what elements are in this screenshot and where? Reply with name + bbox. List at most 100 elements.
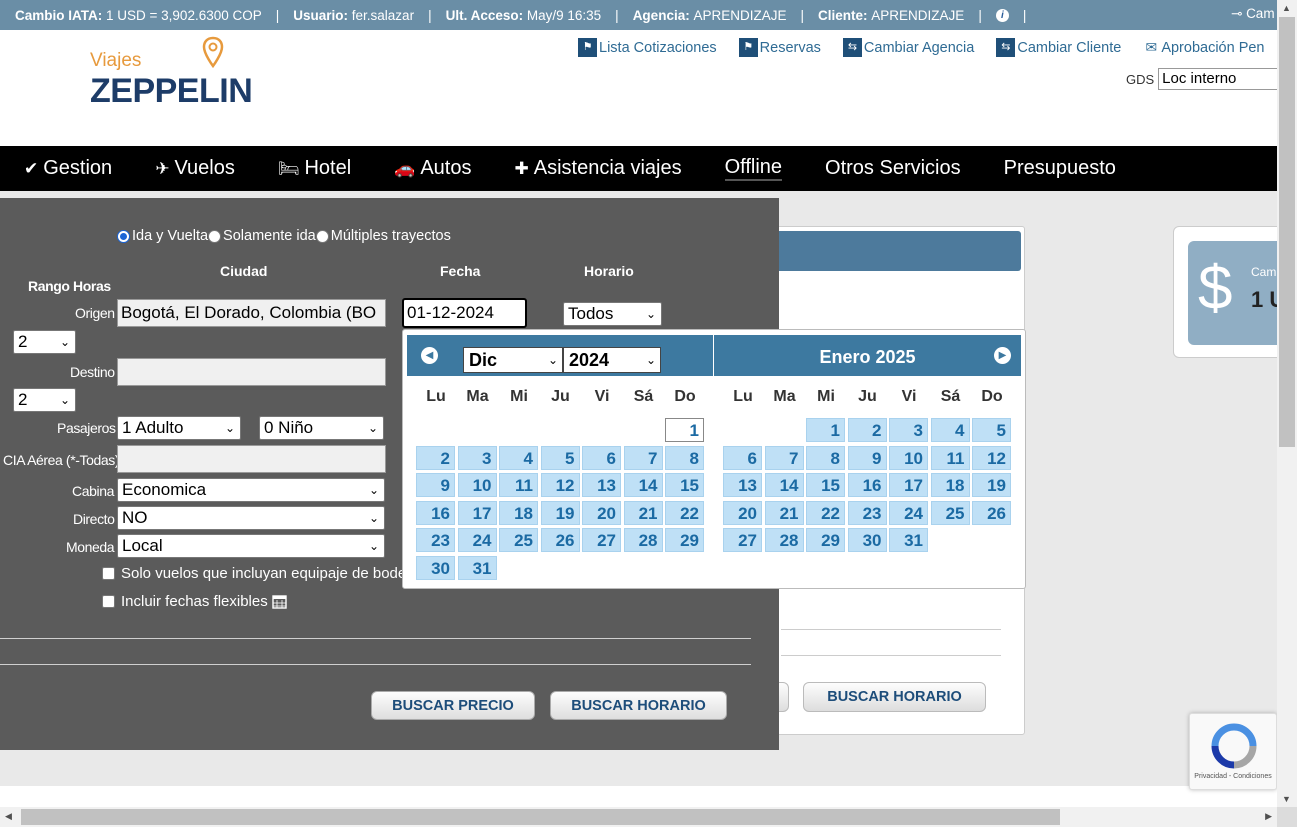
equipaje-checkbox-row[interactable]: Solo vuelos que incluyan equipaje de bod… [102,565,415,582]
destino-input[interactable] [117,358,386,386]
day-cell-selected[interactable]: 1 [665,418,704,442]
logout-link[interactable]: ⊸ Cam [1231,6,1275,22]
nav-otros-servicios[interactable]: Otros Servicios [825,157,961,180]
origen-input[interactable]: Bogotá, El Dorado, Colombia (BO [117,299,386,327]
day-cell[interactable]: 22 [806,500,845,525]
day-cell[interactable]: 29 [665,528,704,552]
year-select[interactable]: 2024 ⌄ [563,347,661,373]
day-cell[interactable]: 4 [930,418,970,442]
day-cell[interactable]: 16 [847,473,887,497]
day-cell[interactable]: 6 [723,445,762,470]
day-cell[interactable]: 28 [623,528,663,552]
day-cell[interactable]: 30 [847,528,887,552]
day-cell[interactable]: 5 [972,418,1011,442]
day-cell[interactable]: 10 [889,445,928,470]
nav-gestion[interactable]: ✔ Gestion [24,157,112,180]
day-cell[interactable]: 27 [582,528,621,552]
directo-select[interactable]: NO ⌄ [117,506,385,530]
moneda-select[interactable]: Local ⌄ [117,534,385,558]
vertical-scrollbar[interactable]: ▲ ▼ [1277,0,1297,807]
day-cell[interactable]: 26 [972,500,1011,525]
day-cell[interactable]: 18 [930,473,970,497]
day-cell[interactable]: 25 [930,500,970,525]
day-cell[interactable]: 2 [847,418,887,442]
day-cell[interactable]: 10 [457,473,497,497]
day-cell[interactable]: 19 [540,500,580,525]
day-cell[interactable]: 12 [540,473,580,497]
flexibles-checkbox-row[interactable]: Incluir fechas flexibles [102,593,287,610]
day-cell[interactable]: 8 [665,445,704,470]
day-cell[interactable]: 3 [889,418,928,442]
day-cell[interactable]: 2 [416,445,455,470]
day-cell[interactable]: 18 [499,500,538,525]
flexibles-checkbox[interactable] [102,595,115,608]
day-cell[interactable]: 15 [806,473,845,497]
day-cell[interactable]: 4 [499,445,538,470]
radio-ida-vuelta[interactable] [117,229,130,243]
radio-solamente-ida[interactable] [208,229,222,243]
gds-select[interactable]: Loc interno [1158,68,1279,90]
cia-input[interactable] [117,445,386,473]
link-lista-cotizaciones[interactable]: ⚑ Lista Cotizaciones [578,38,717,57]
day-cell[interactable]: 16 [416,500,455,525]
day-cell[interactable]: 17 [889,473,928,497]
scroll-left-icon[interactable]: ◀ [5,811,12,822]
day-cell[interactable]: 29 [806,528,845,552]
day-cell[interactable]: 20 [582,500,621,525]
month-select[interactable]: Dic ⌄ [463,347,563,373]
day-cell[interactable]: 9 [416,473,455,497]
origen-range-select[interactable]: 2 ⌄ [13,330,76,354]
day-cell[interactable]: 26 [540,528,580,552]
background-buscar-horario-button[interactable]: BUSCAR HORARIO [803,682,986,712]
day-cell[interactable]: 20 [723,500,762,525]
recaptcha-badge[interactable]: Privacidad - Condiciones [1189,713,1277,790]
equipaje-checkbox[interactable] [102,567,115,580]
day-cell[interactable]: 14 [764,473,804,497]
day-cell[interactable]: 6 [582,445,621,470]
day-cell[interactable]: 11 [930,445,970,470]
day-cell[interactable]: 28 [764,528,804,552]
buscar-horario-button[interactable]: BUSCAR HORARIO [550,691,727,720]
day-cell[interactable]: 5 [540,445,580,470]
nav-vuelos[interactable]: ✈ Vuelos [155,157,235,180]
prev-month-icon[interactable]: ◀ [421,347,438,364]
day-cell[interactable]: 3 [457,445,497,470]
day-cell[interactable]: 13 [582,473,621,497]
horizontal-scrollbar[interactable]: ◀ ▶ [0,807,1277,827]
cabina-select[interactable]: Economica ⌄ [117,478,385,502]
horario-select[interactable]: Todos ⌄ [563,302,662,326]
day-cell[interactable]: 9 [847,445,887,470]
buscar-precio-button[interactable]: BUSCAR PRECIO [371,691,535,720]
day-cell[interactable]: 15 [665,473,704,497]
day-cell[interactable]: 23 [847,500,887,525]
day-cell[interactable]: 24 [889,500,928,525]
day-cell[interactable]: 14 [623,473,663,497]
day-cell[interactable]: 12 [972,445,1011,470]
link-cambiar-agencia[interactable]: ⇆ Cambiar Agencia [842,38,974,57]
day-cell[interactable]: 21 [623,500,663,525]
scroll-up-icon[interactable]: ▲ [1282,3,1291,13]
day-cell[interactable]: 7 [764,445,804,470]
ninos-select[interactable]: 0 Niño ⌄ [259,416,384,440]
day-cell[interactable]: 17 [457,500,497,525]
day-cell[interactable]: 8 [806,445,845,470]
day-cell[interactable]: 1 [806,418,845,442]
day-cell[interactable]: 31 [889,528,928,552]
nav-presupuesto[interactable]: Presupuesto [1004,157,1116,180]
link-cambiar-cliente[interactable]: ⇆ Cambiar Cliente [996,38,1121,57]
day-cell[interactable]: 25 [499,528,538,552]
scroll-down-icon[interactable]: ▼ [1282,794,1291,804]
day-cell[interactable]: 19 [972,473,1011,497]
logo[interactable]: Viajes ZEPPELIN [90,36,253,110]
link-reservas[interactable]: ⚑ Reservas [738,38,821,57]
nav-hotel[interactable]: 🛏 Hotel [278,157,351,180]
horizontal-scroll-thumb[interactable] [21,809,1060,825]
day-cell[interactable]: 30 [416,555,455,580]
day-cell[interactable]: 22 [665,500,704,525]
nav-offline[interactable]: Offline [724,156,783,181]
vertical-scroll-thumb[interactable] [1279,17,1295,447]
day-cell[interactable]: 13 [723,473,762,497]
scroll-right-icon[interactable]: ▶ [1265,811,1272,822]
info-icon[interactable]: i [995,8,1009,22]
nav-asistencia[interactable]: ✚ Asistencia viajes [514,157,681,180]
